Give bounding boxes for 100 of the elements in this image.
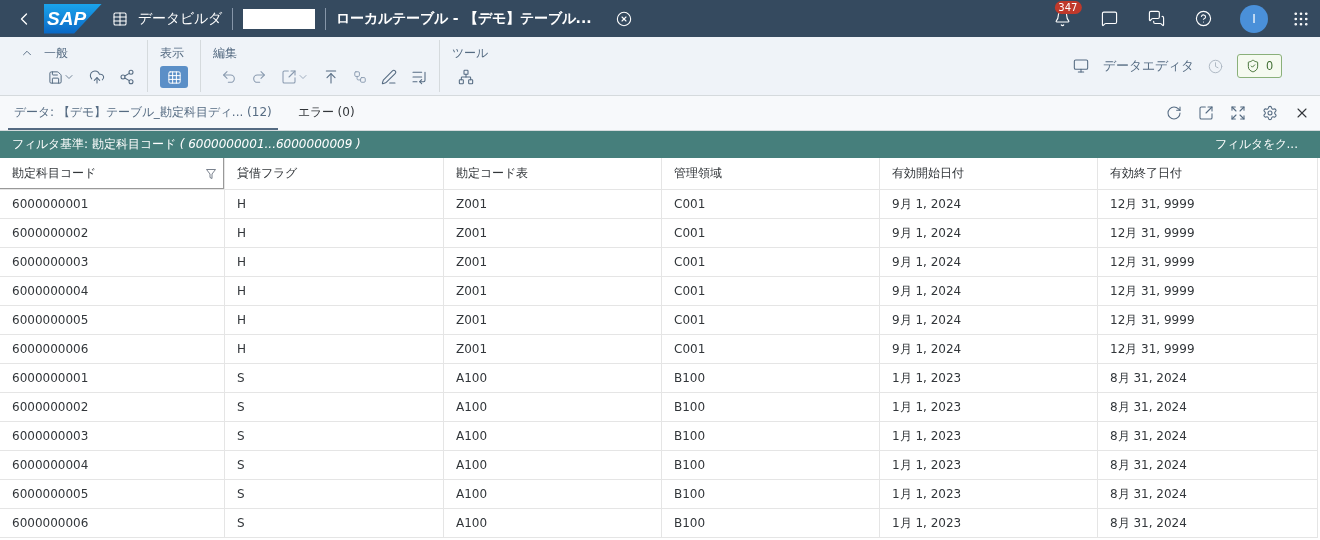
- expand-icon: [1230, 105, 1246, 121]
- group-label: 一般: [44, 44, 68, 62]
- column-header[interactable]: 有効終了日付: [1098, 158, 1318, 190]
- column-header[interactable]: 有効開始日付: [880, 158, 1098, 190]
- table-cell: 9月 1, 2024: [880, 219, 1098, 248]
- table-cell: A100: [444, 422, 662, 451]
- close-button[interactable]: [615, 10, 632, 27]
- title-field[interactable]: [243, 8, 315, 29]
- table-cell: B100: [662, 451, 880, 480]
- feedback-button[interactable]: [1101, 10, 1118, 27]
- clock-icon: [1208, 58, 1224, 74]
- grid-view-button[interactable]: [160, 66, 188, 88]
- table-cell: 6000000006: [0, 335, 225, 364]
- table-cell: 1月 1, 2023: [880, 509, 1098, 538]
- table-cell: 12月 31, 9999: [1098, 306, 1318, 335]
- document-title: ローカルテーブル - 【デモ】テーブル...: [336, 9, 592, 28]
- table-cell: 12月 31, 9999: [1098, 277, 1318, 306]
- help-icon: [1195, 10, 1212, 27]
- table-cell: 6000000005: [0, 306, 225, 335]
- table-cell: S: [225, 480, 444, 509]
- table-cell: A100: [444, 509, 662, 538]
- cloud-upload-icon: [89, 69, 105, 85]
- table-cell: 1月 1, 2023: [880, 422, 1098, 451]
- table-cell: 1月 1, 2023: [880, 451, 1098, 480]
- grid-icon: [166, 69, 182, 85]
- table-cell: 6000000001: [0, 190, 225, 219]
- table-cell: S: [225, 509, 444, 538]
- share-icon: [119, 69, 135, 85]
- list-icon: [411, 69, 427, 85]
- table-cell: Z001: [444, 248, 662, 277]
- table-cell: C001: [662, 190, 880, 219]
- table-cell: 9月 1, 2024: [880, 335, 1098, 364]
- save-button[interactable]: [48, 69, 75, 85]
- upload-button[interactable]: [323, 69, 339, 85]
- tab[interactable]: エラー (0): [291, 96, 361, 130]
- table-cell: 8月 31, 2024: [1098, 422, 1318, 451]
- table-cell: A100: [444, 364, 662, 393]
- table-cell: 6000000004: [0, 277, 225, 306]
- export-button[interactable]: [1198, 105, 1214, 121]
- validation-button[interactable]: 0: [1237, 54, 1282, 78]
- tools-button[interactable]: [458, 69, 474, 85]
- clear-filter-link[interactable]: フィルタをク...: [1214, 136, 1298, 153]
- table-cell: Z001: [444, 335, 662, 364]
- table-cell: A100: [444, 480, 662, 509]
- shield-icon: [1246, 59, 1261, 73]
- table-cell: H: [225, 335, 444, 364]
- deploy-button[interactable]: [89, 69, 105, 85]
- settings-icon: [1262, 105, 1278, 121]
- discussion-button[interactable]: [1148, 10, 1165, 27]
- help-button[interactable]: [1195, 10, 1212, 27]
- settings-button[interactable]: [1262, 105, 1278, 121]
- column-header[interactable]: 勘定コード表: [444, 158, 662, 190]
- group-label: ツール: [452, 44, 488, 62]
- apps-button[interactable]: [1292, 9, 1310, 28]
- refresh-button[interactable]: [1166, 105, 1182, 121]
- app-title: データビルダ: [138, 9, 222, 28]
- redo-icon: [251, 69, 267, 85]
- table-cell: 6000000006: [0, 509, 225, 538]
- export-icon: [281, 69, 297, 85]
- list-button[interactable]: [411, 69, 427, 85]
- table-cell: 12月 31, 9999: [1098, 335, 1318, 364]
- table-cell: 1月 1, 2023: [880, 480, 1098, 509]
- column-header[interactable]: 貸借フラグ: [225, 158, 444, 190]
- grid-menu-icon: [1292, 9, 1310, 28]
- table-cell: 6000000003: [0, 422, 225, 451]
- share-button[interactable]: [119, 69, 135, 85]
- chat-bubbles-icon: [1148, 10, 1165, 27]
- upload-icon: [323, 69, 339, 85]
- table-cell: C001: [662, 248, 880, 277]
- table-cell: Z001: [444, 277, 662, 306]
- table-cell: C001: [662, 335, 880, 364]
- table-cell: B100: [662, 422, 880, 451]
- table-cell: C001: [662, 219, 880, 248]
- save-icon: [48, 69, 63, 85]
- table-cell: S: [225, 422, 444, 451]
- table-cell: H: [225, 277, 444, 306]
- table-cell: 6000000003: [0, 248, 225, 277]
- table-cell: C001: [662, 306, 880, 335]
- table-cell: C001: [662, 277, 880, 306]
- filter-text: フィルタ基準: 勘定科目コード ( 6000000001...6000000009 ): [12, 136, 361, 153]
- expand-button[interactable]: [1230, 105, 1246, 121]
- table-cell: H: [225, 219, 444, 248]
- table-cell: 6000000001: [0, 364, 225, 393]
- table-cell: 6000000005: [0, 480, 225, 509]
- column-header[interactable]: 勘定科目コード: [0, 158, 225, 190]
- edit-button[interactable]: [381, 69, 397, 85]
- table-cell: 9月 1, 2024: [880, 248, 1098, 277]
- table-cell: H: [225, 248, 444, 277]
- table-cell: Z001: [444, 306, 662, 335]
- column-header[interactable]: 管理領域: [662, 158, 880, 190]
- table-cell: 12月 31, 9999: [1098, 248, 1318, 277]
- table-cell: 8月 31, 2024: [1098, 364, 1318, 393]
- table-cell: S: [225, 451, 444, 480]
- close-icon: [615, 10, 632, 27]
- group-label: 表示: [160, 44, 184, 62]
- table-cell: H: [225, 306, 444, 335]
- pen-icon: [381, 69, 397, 85]
- table-cell: 8月 31, 2024: [1098, 393, 1318, 422]
- table-cell: 12月 31, 9999: [1098, 219, 1318, 248]
- chat-icon: [1101, 10, 1118, 27]
